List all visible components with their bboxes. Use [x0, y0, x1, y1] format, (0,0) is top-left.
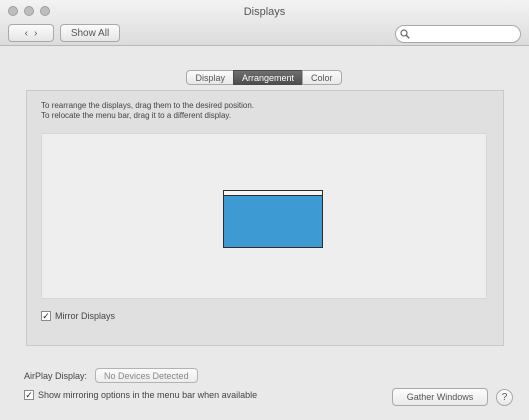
- menubar-mirroring-row: ✓ Show mirroring options in the menu bar…: [24, 390, 257, 400]
- window-titlebar: Displays ‹ › Show All: [0, 0, 529, 46]
- mirror-displays-checkbox[interactable]: ✓: [41, 311, 51, 321]
- show-all-button[interactable]: Show All: [60, 24, 120, 42]
- tab-display[interactable]: Display: [186, 70, 234, 85]
- tab-arrangement[interactable]: Arrangement: [232, 70, 304, 85]
- menu-bar-handle[interactable]: [224, 191, 322, 196]
- tab-color[interactable]: Color: [302, 70, 342, 85]
- display-thumbnail[interactable]: [223, 190, 323, 248]
- back-button[interactable]: ‹: [25, 28, 28, 39]
- help-button[interactable]: ?: [496, 389, 513, 406]
- forward-button[interactable]: ›: [34, 28, 37, 39]
- menubar-mirroring-label: Show mirroring options in the menu bar w…: [38, 390, 258, 400]
- arrangement-panel: To rearrange the displays, drag them to …: [26, 90, 504, 346]
- magnifier-icon: [400, 29, 410, 39]
- arrangement-instructions: To rearrange the displays, drag them to …: [41, 101, 341, 121]
- display-arrangement-area[interactable]: [41, 133, 487, 299]
- back-forward-buttons: ‹ ›: [8, 24, 54, 42]
- pane-tabs: Display Arrangement Color: [0, 70, 529, 85]
- gather-windows-button[interactable]: Gather Windows: [392, 388, 488, 406]
- menubar-mirroring-checkbox[interactable]: ✓: [24, 390, 34, 400]
- instruction-line-2: To relocate the menu bar, drag it to a d…: [41, 111, 232, 120]
- navigation-group: ‹ › Show All: [8, 24, 120, 42]
- search-input[interactable]: [413, 27, 517, 41]
- search-field[interactable]: [395, 25, 521, 43]
- window-title: Displays: [243, 6, 286, 18]
- mirror-displays-label: Mirror Displays: [55, 311, 116, 321]
- airplay-display-popup[interactable]: No Devices Detected: [95, 368, 198, 383]
- instruction-line-1: To rearrange the displays, drag them to …: [41, 101, 255, 110]
- mirror-displays-row: ✓ Mirror Displays: [41, 311, 115, 321]
- airplay-label: AirPlay Display:: [24, 370, 88, 381]
- airplay-row: AirPlay Display: No Devices Detected: [24, 368, 198, 383]
